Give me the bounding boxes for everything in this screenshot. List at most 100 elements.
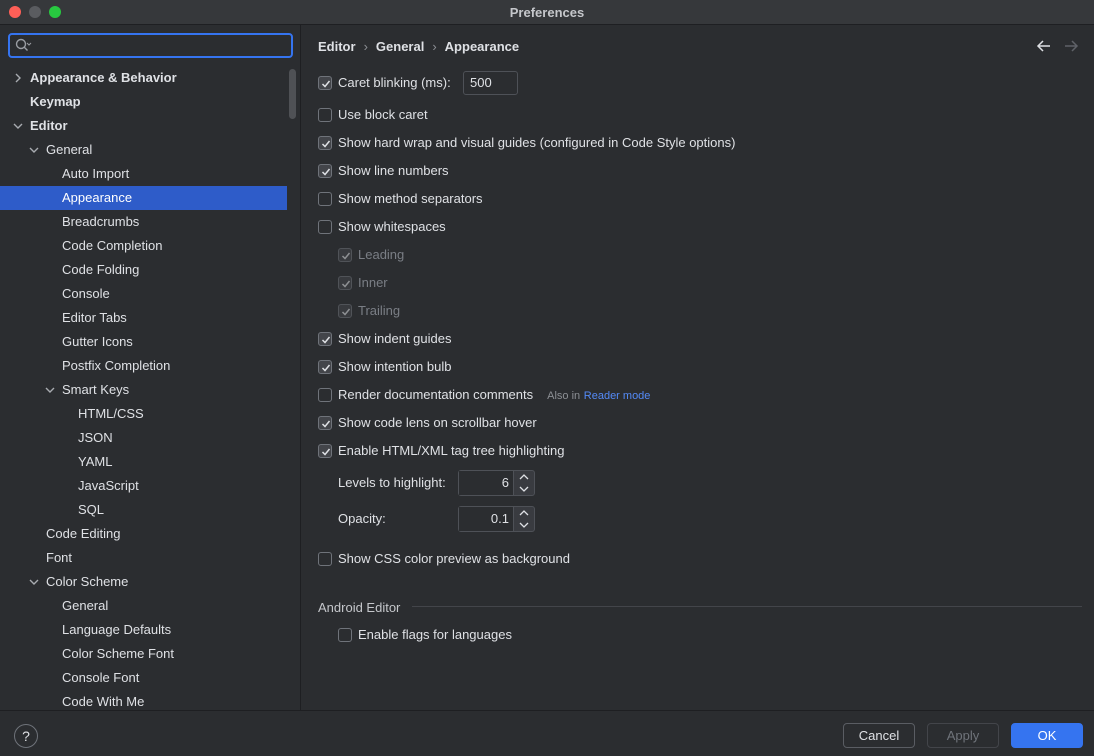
sidebar-item-color-scheme[interactable]: Color Scheme	[0, 570, 287, 594]
sidebar-item-console[interactable]: Console	[0, 282, 287, 306]
sidebar-item-json[interactable]: JSON	[0, 426, 287, 450]
language-flags-checkbox[interactable]	[338, 628, 352, 642]
breadcrumb-separator: ›	[432, 39, 437, 54]
hard-wrap-checkbox[interactable]	[318, 136, 332, 150]
sidebar-item-appearance[interactable]: Appearance	[0, 186, 287, 210]
render-docs-label: Render documentation comments	[338, 387, 534, 402]
checkmark-icon	[340, 306, 351, 316]
breadcrumb-item[interactable]: Editor	[318, 39, 356, 54]
sidebar-item-label: Editor Tabs	[62, 310, 127, 325]
block-caret-label: Use block caret	[338, 107, 428, 122]
spinner-up-icon[interactable]	[514, 507, 534, 519]
inner-checkbox[interactable]	[338, 276, 352, 290]
sidebar-item-color-scheme-font[interactable]: Color Scheme Font	[0, 642, 287, 666]
levels-value[interactable]: 6	[459, 471, 514, 495]
breadcrumb-item[interactable]: Appearance	[445, 39, 519, 54]
sidebar-scrollbar-thumb[interactable]	[289, 69, 296, 119]
sidebar-item-label: Console Font	[62, 670, 140, 685]
sidebar-scrollbar-track[interactable]	[289, 69, 297, 709]
checkmark-icon	[340, 250, 351, 260]
section-divider	[412, 606, 1082, 607]
sidebar-item-general[interactable]: General	[0, 594, 287, 618]
line-numbers-label: Show line numbers	[338, 163, 449, 178]
css-preview-checkbox[interactable]	[318, 552, 332, 566]
sidebar-item-auto-import[interactable]: Auto Import	[0, 162, 287, 186]
sidebar-item-breadcrumbs[interactable]: Breadcrumbs	[0, 210, 287, 234]
sidebar-item-editor[interactable]: Editor	[0, 114, 287, 138]
sidebar-item-code-completion[interactable]: Code Completion	[0, 234, 287, 258]
chevron-right-icon[interactable]	[12, 66, 24, 90]
help-button[interactable]: ?	[14, 724, 38, 748]
sidebar-item-html-css[interactable]: HTML/CSS	[0, 402, 287, 426]
sidebar-item-label: Color Scheme	[46, 574, 129, 589]
line-numbers-checkbox[interactable]	[318, 164, 332, 178]
back-arrow-icon[interactable]	[1036, 38, 1052, 54]
sidebar-item-general[interactable]: General	[0, 138, 287, 162]
sidebar-item-label: Editor	[30, 118, 68, 133]
render-docs-checkbox[interactable]	[318, 388, 332, 402]
search-box[interactable]	[8, 33, 293, 58]
spinner-up-icon[interactable]	[514, 471, 534, 483]
chevron-down-icon[interactable]	[12, 114, 24, 138]
whitespaces-checkbox[interactable]	[318, 220, 332, 234]
opacity-spinner[interactable]: 0.1	[458, 506, 535, 532]
block-caret-checkbox[interactable]	[318, 108, 332, 122]
checkmark-icon	[320, 362, 331, 372]
hard-wrap-label: Show hard wrap and visual guides (config…	[338, 135, 736, 150]
intention-bulb-label: Show intention bulb	[338, 359, 452, 374]
sidebar-item-language-defaults[interactable]: Language Defaults	[0, 618, 287, 642]
sidebar-item-appearance-behavior[interactable]: Appearance & Behavior	[0, 66, 287, 90]
sidebar-item-label: Postfix Completion	[62, 358, 171, 373]
settings-sidebar: Appearance & Behavior Keymap Editor General…	[0, 25, 301, 710]
breadcrumb-separator: ›	[363, 39, 368, 54]
reader-mode-link[interactable]: Reader mode	[584, 390, 651, 402]
sidebar-item-label: JavaScript	[78, 478, 139, 493]
sidebar-item-console-font[interactable]: Console Font	[0, 666, 287, 690]
chevron-down-icon[interactable]	[44, 378, 56, 402]
tag-tree-checkbox[interactable]	[318, 444, 332, 458]
leading-checkbox[interactable]	[338, 248, 352, 262]
cancel-button[interactable]: Cancel	[843, 723, 915, 748]
title-bar: Preferences	[0, 0, 1094, 25]
code-lens-checkbox[interactable]	[318, 416, 332, 430]
sidebar-item-sql[interactable]: SQL	[0, 498, 287, 522]
sidebar-item-label: JSON	[78, 430, 113, 445]
sidebar-item-label: HTML/CSS	[78, 406, 144, 421]
sidebar-item-yaml[interactable]: YAML	[0, 450, 287, 474]
sidebar-item-keymap[interactable]: Keymap	[0, 90, 287, 114]
forward-arrow-icon[interactable]	[1063, 38, 1079, 54]
sidebar-item-javascript[interactable]: JavaScript	[0, 474, 287, 498]
tag-tree-label: Enable HTML/XML tag tree highlighting	[338, 443, 565, 458]
search-input[interactable]	[36, 37, 286, 55]
spinner-down-icon[interactable]	[514, 519, 534, 531]
chevron-down-icon[interactable]	[28, 570, 40, 594]
levels-spinner[interactable]: 6	[458, 470, 535, 496]
sidebar-item-gutter-icons[interactable]: Gutter Icons	[0, 330, 287, 354]
sidebar-item-smart-keys[interactable]: Smart Keys	[0, 378, 287, 402]
spinner-down-icon[interactable]	[514, 483, 534, 495]
indent-guides-checkbox[interactable]	[318, 332, 332, 346]
caret-blinking-input[interactable]: 500	[463, 71, 518, 95]
apply-button[interactable]: Apply	[927, 723, 999, 748]
sidebar-item-code-editing[interactable]: Code Editing	[0, 522, 287, 546]
sidebar-item-label: Code Editing	[46, 526, 121, 541]
breadcrumb-item[interactable]: General	[376, 39, 424, 54]
method-separators-checkbox[interactable]	[318, 192, 332, 206]
trailing-checkbox[interactable]	[338, 304, 352, 318]
sidebar-item-label: General	[62, 598, 109, 613]
chevron-down-icon[interactable]	[28, 138, 40, 162]
opacity-value[interactable]: 0.1	[459, 507, 514, 531]
sidebar-item-code-folding[interactable]: Code Folding	[0, 258, 287, 282]
checkmark-icon	[320, 138, 331, 148]
sidebar-item-editor-tabs[interactable]: Editor Tabs	[0, 306, 287, 330]
sidebar-item-postfix-completion[interactable]: Postfix Completion	[0, 354, 287, 378]
ok-button[interactable]: OK	[1011, 723, 1083, 748]
sidebar-item-code-with-me[interactable]: Code With Me	[0, 690, 287, 710]
breadcrumb: Editor › General › Appearance	[318, 39, 519, 55]
intention-bulb-checkbox[interactable]	[318, 360, 332, 374]
sidebar-item-font[interactable]: Font	[0, 546, 287, 570]
indent-guides-label: Show indent guides	[338, 331, 452, 346]
checkmark-icon	[320, 334, 331, 344]
caret-blinking-checkbox[interactable]	[318, 76, 332, 90]
settings-tree: Appearance & Behavior Keymap Editor General…	[0, 66, 287, 710]
